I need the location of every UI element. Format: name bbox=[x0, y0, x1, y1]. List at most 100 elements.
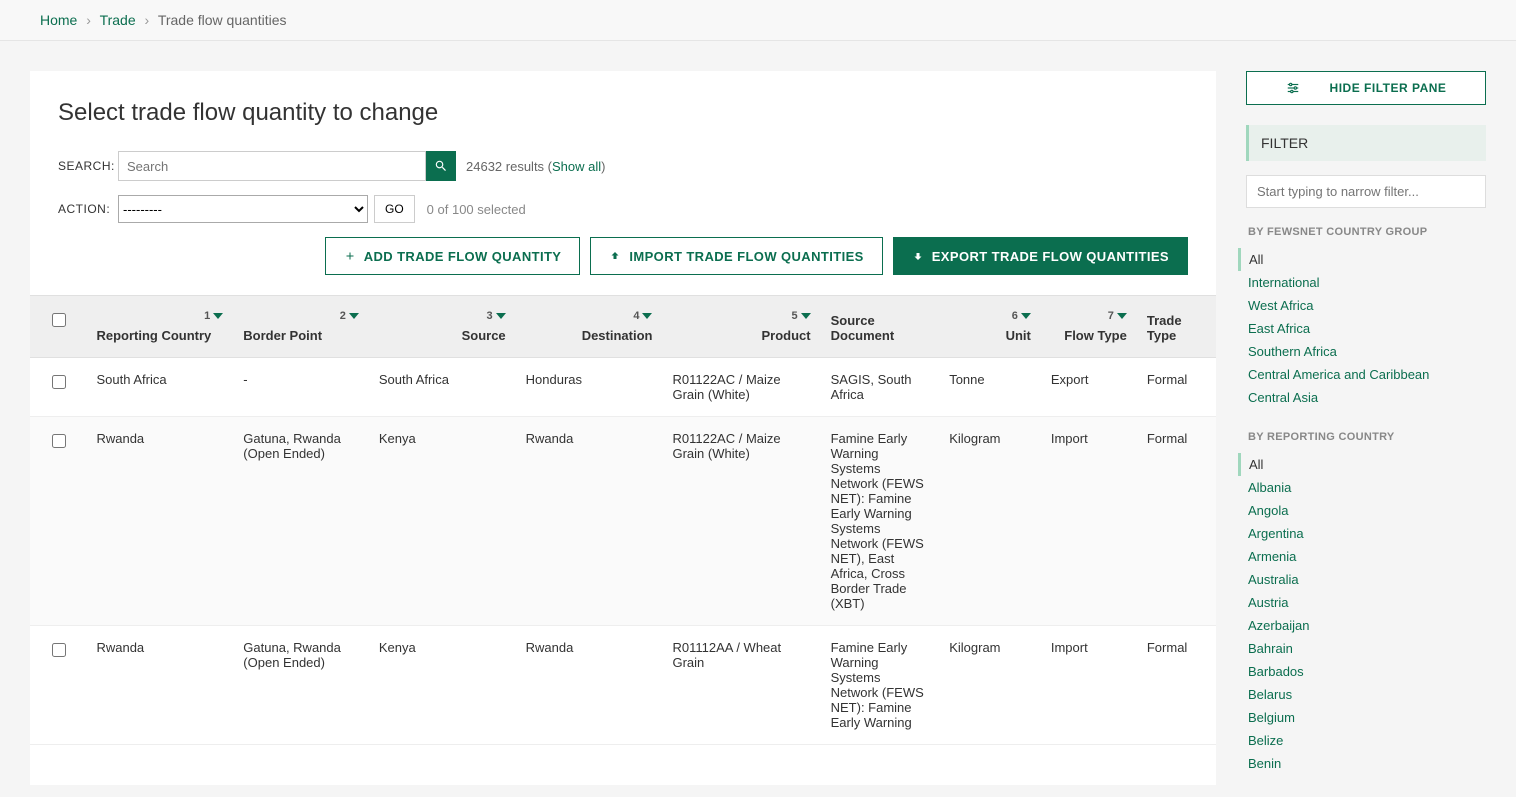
breadcrumb: Home › Trade › Trade flow quantities bbox=[0, 0, 1516, 41]
cell-border-point: Gatuna, Rwanda (Open Ended) bbox=[233, 417, 369, 626]
go-button[interactable]: GO bbox=[374, 195, 415, 223]
hide-filter-button[interactable]: HIDE FILTER PANE bbox=[1246, 71, 1486, 105]
filter-option[interactable]: All bbox=[1238, 248, 1486, 271]
cell-source-document: Famine Early Warning Systems Network (FE… bbox=[821, 417, 940, 626]
cell-source: Kenya bbox=[369, 417, 516, 626]
main-panel: Select trade flow quantity to change SEA… bbox=[30, 71, 1216, 785]
cell-reporting-country: Rwanda bbox=[86, 417, 233, 626]
sliders-icon bbox=[1286, 81, 1300, 95]
filter-option[interactable]: Azerbaijan bbox=[1246, 614, 1486, 637]
cell-destination: Honduras bbox=[516, 358, 663, 417]
sort-handle-5[interactable]: 5 bbox=[791, 310, 810, 322]
cell-flow-type: Export bbox=[1041, 358, 1137, 417]
cell-flow-type: Import bbox=[1041, 626, 1137, 745]
page-title: Select trade flow quantity to change bbox=[58, 99, 1188, 127]
cell-trade-type: Formal bbox=[1137, 626, 1216, 745]
sort-handle-7[interactable]: 7 bbox=[1108, 310, 1127, 322]
cell-reporting-country: South Africa bbox=[86, 358, 233, 417]
table-row: South Africa-South AfricaHondurasR01122A… bbox=[30, 358, 1216, 417]
filter-option[interactable]: Bahrain bbox=[1246, 637, 1486, 660]
results-table: 1 Reporting Country 2 Border Point 3 Source… bbox=[30, 295, 1216, 745]
search-input[interactable] bbox=[118, 151, 426, 181]
filter-option[interactable]: Belize bbox=[1246, 729, 1486, 752]
cell-flow-type: Import bbox=[1041, 417, 1137, 626]
plus-icon bbox=[344, 250, 356, 262]
show-all-link[interactable]: Show all bbox=[552, 159, 601, 174]
action-select[interactable]: --------- bbox=[118, 195, 368, 223]
sort-handle-2[interactable]: 2 bbox=[340, 310, 359, 322]
filter-option[interactable]: Angola bbox=[1246, 499, 1486, 522]
filter-heading: FILTER bbox=[1246, 125, 1486, 161]
caret-down-icon bbox=[801, 313, 811, 319]
cell-destination: Rwanda bbox=[516, 626, 663, 745]
caret-down-icon bbox=[496, 313, 506, 319]
caret-down-icon bbox=[213, 313, 223, 319]
cell-source-document: Famine Early Warning Systems Network (FE… bbox=[821, 626, 940, 745]
cell-source: Kenya bbox=[369, 626, 516, 745]
cell-product: R01112AA / Wheat Grain bbox=[662, 626, 820, 745]
filter-search-input[interactable] bbox=[1246, 175, 1486, 208]
col-product[interactable]: Product bbox=[761, 328, 810, 343]
row-checkbox[interactable] bbox=[52, 643, 66, 657]
filter-option[interactable]: Albania bbox=[1246, 476, 1486, 499]
row-checkbox[interactable] bbox=[52, 434, 66, 448]
filter-option[interactable]: East Africa bbox=[1246, 317, 1486, 340]
cell-destination: Rwanda bbox=[516, 417, 663, 626]
filter-option[interactable]: Central America and Caribbean bbox=[1246, 363, 1486, 386]
import-trade-flow-button[interactable]: IMPORT TRADE FLOW QUANTITIES bbox=[590, 237, 882, 275]
col-source[interactable]: Source bbox=[462, 328, 506, 343]
col-trade-type[interactable]: Trade Type bbox=[1147, 313, 1206, 343]
col-source-document[interactable]: Source Document bbox=[831, 313, 930, 343]
cell-trade-type: Formal bbox=[1137, 417, 1216, 626]
arrow-down-icon bbox=[912, 250, 924, 262]
caret-down-icon bbox=[1021, 313, 1031, 319]
filter-option[interactable]: Southern Africa bbox=[1246, 340, 1486, 363]
breadcrumb-trade[interactable]: Trade bbox=[100, 12, 136, 28]
col-unit[interactable]: Unit bbox=[1006, 328, 1031, 343]
filter-option[interactable]: Central Asia bbox=[1246, 386, 1486, 409]
filter-group-title-country-group: BY FEWSNET COUNTRY GROUP bbox=[1248, 226, 1486, 238]
table-row: RwandaGatuna, Rwanda (Open Ended)KenyaRw… bbox=[30, 417, 1216, 626]
sort-handle-4[interactable]: 4 bbox=[633, 310, 652, 322]
breadcrumb-home[interactable]: Home bbox=[40, 12, 77, 28]
sort-handle-6[interactable]: 6 bbox=[1012, 310, 1031, 322]
results-count: 24632 results (Show all) bbox=[466, 159, 605, 174]
breadcrumb-sep: › bbox=[145, 12, 150, 28]
filter-option[interactable]: Austria bbox=[1246, 591, 1486, 614]
row-checkbox[interactable] bbox=[52, 375, 66, 389]
filter-option[interactable]: Australia bbox=[1246, 568, 1486, 591]
col-flow-type[interactable]: Flow Type bbox=[1064, 328, 1127, 343]
cell-unit: Tonne bbox=[939, 358, 1041, 417]
selection-count: 0 of 100 selected bbox=[427, 202, 526, 217]
add-trade-flow-button[interactable]: ADD TRADE FLOW QUANTITY bbox=[325, 237, 581, 275]
col-border-point[interactable]: Border Point bbox=[243, 328, 322, 343]
filter-option[interactable]: Belarus bbox=[1246, 683, 1486, 706]
filter-option[interactable]: Belgium bbox=[1246, 706, 1486, 729]
caret-down-icon bbox=[349, 313, 359, 319]
filter-option[interactable]: International bbox=[1246, 271, 1486, 294]
filter-option[interactable]: Armenia bbox=[1246, 545, 1486, 568]
cell-unit: Kilogram bbox=[939, 417, 1041, 626]
caret-down-icon bbox=[1117, 313, 1127, 319]
filter-option[interactable]: All bbox=[1238, 453, 1486, 476]
caret-down-icon bbox=[642, 313, 652, 319]
cell-product: R01122AC / Maize Grain (White) bbox=[662, 358, 820, 417]
cell-product: R01122AC / Maize Grain (White) bbox=[662, 417, 820, 626]
col-reporting-country[interactable]: Reporting Country bbox=[96, 328, 211, 343]
sort-handle-1[interactable]: 1 bbox=[204, 310, 223, 322]
filter-option[interactable]: Barbados bbox=[1246, 660, 1486, 683]
cell-source-document: SAGIS, South Africa bbox=[821, 358, 940, 417]
export-trade-flow-button[interactable]: EXPORT TRADE FLOW QUANTITIES bbox=[893, 237, 1188, 275]
col-destination[interactable]: Destination bbox=[582, 328, 653, 343]
cell-border-point: - bbox=[233, 358, 369, 417]
filter-option[interactable]: Argentina bbox=[1246, 522, 1486, 545]
sort-handle-3[interactable]: 3 bbox=[487, 310, 506, 322]
breadcrumb-sep: › bbox=[86, 12, 91, 28]
search-button[interactable] bbox=[426, 151, 456, 181]
breadcrumb-current: Trade flow quantities bbox=[158, 12, 287, 28]
cell-unit: Kilogram bbox=[939, 626, 1041, 745]
search-label: SEARCH: bbox=[58, 159, 118, 173]
filter-option[interactable]: Benin bbox=[1246, 752, 1486, 775]
filter-option[interactable]: West Africa bbox=[1246, 294, 1486, 317]
select-all-checkbox[interactable] bbox=[52, 313, 66, 327]
